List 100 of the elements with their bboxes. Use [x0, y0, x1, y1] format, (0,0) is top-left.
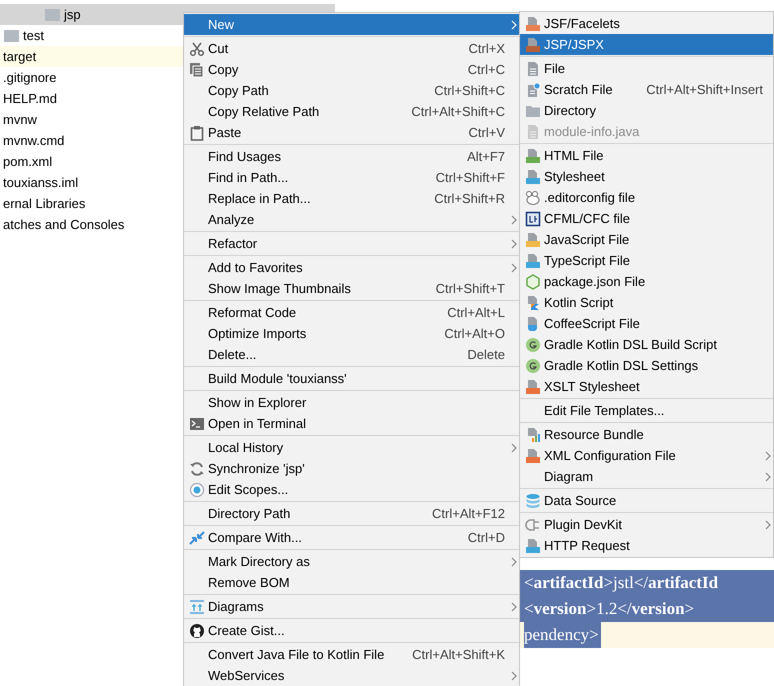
menu-item[interactable]: Local History — [184, 437, 519, 458]
menu-item[interactable]: Diagrams — [184, 596, 519, 617]
diagram-icon — [189, 599, 205, 615]
menu-item[interactable]: Data Source — [520, 490, 773, 511]
menu-item[interactable]: Diagram — [520, 466, 773, 487]
shortcut-text: Ctrl+V — [468, 125, 505, 140]
menu-item[interactable]: Cut Ctrl+X — [184, 38, 519, 59]
shortcut-text: Ctrl+Shift+C — [434, 83, 505, 98]
menu-item[interactable]: Synchronize 'jsp' — [184, 458, 519, 479]
bar-chart-file-icon — [525, 427, 541, 443]
file-type-icon — [525, 253, 541, 269]
shortcut-text: Ctrl+C — [468, 62, 505, 77]
menu-item[interactable]: Reformat Code Ctrl+Alt+L — [184, 302, 519, 323]
hexagon-icon — [525, 274, 541, 290]
scratch-file-icon — [525, 82, 541, 98]
menu-item[interactable]: JavaScript File — [520, 229, 773, 250]
menu-item[interactable]: Gradle Kotlin DSL Settings — [520, 355, 773, 376]
menu-item[interactable]: Stylesheet — [520, 166, 773, 187]
shortcut-text: Ctrl+Alt+O — [444, 326, 505, 341]
scissors-icon — [189, 41, 205, 57]
menu-item[interactable]: Delete... Delete — [184, 344, 519, 365]
shortcut-text: Ctrl+Alt+Shift+K — [412, 647, 505, 662]
menu-item[interactable]: Show in Explorer — [184, 392, 519, 413]
menu-item[interactable]: Kotlin Script — [520, 292, 773, 313]
menu-item[interactable]: Copy Relative Path Ctrl+Alt+Shift+C — [184, 101, 519, 122]
menu-item[interactable]: Show Image Thumbnails Ctrl+Shift+T — [184, 278, 519, 299]
clipboard-icon — [189, 125, 205, 141]
file-icon — [525, 61, 541, 77]
file-type-icon — [525, 232, 541, 248]
menu-item[interactable]: Analyze — [184, 209, 519, 230]
menu-item[interactable]: Find in Path... Ctrl+Shift+F — [184, 167, 519, 188]
menu-item[interactable]: Edit Scopes... — [184, 479, 519, 500]
file-type-icon — [525, 148, 541, 164]
menu-item[interactable]: Plugin DevKit — [520, 514, 773, 535]
menu-item[interactable]: Resource Bundle — [520, 424, 773, 445]
menu-item[interactable]: New — [184, 14, 519, 35]
menu-item[interactable]: Open in Terminal — [184, 413, 519, 434]
shortcut-text: Ctrl+Shift+R — [434, 191, 505, 206]
menu-item[interactable]: CFML/CFC file — [520, 208, 773, 229]
cfml-icon — [525, 211, 541, 227]
shortcut-text: Ctrl+Alt+Shift+Insert — [646, 82, 763, 97]
compare-arrows-icon — [189, 530, 205, 546]
menu-item[interactable]: JSF/Facelets — [520, 13, 773, 34]
database-icon — [525, 493, 541, 509]
shortcut-text: Ctrl+Alt+F12 — [432, 506, 505, 521]
menu-item[interactable]: XSLT Stylesheet — [520, 376, 773, 397]
shortcut-text: Ctrl+Alt+Shift+C — [411, 104, 505, 119]
menu-item[interactable]: Convert Java File to Kotlin File Ctrl+Alt+Shift+K — [184, 644, 519, 665]
menu-item[interactable]: XML Configuration File — [520, 445, 773, 466]
mouse-icon — [525, 190, 541, 206]
menu-item[interactable]: Directory Path Ctrl+Alt+F12 — [184, 503, 519, 524]
gradle-icon — [525, 337, 541, 353]
shortcut-text: Ctrl+D — [468, 530, 505, 545]
gradle-icon — [525, 358, 541, 374]
menu-item[interactable]: Find Usages Alt+F7 — [184, 146, 519, 167]
file-type-icon — [525, 169, 541, 185]
menu-item[interactable]: Gradle Kotlin DSL Build Script — [520, 334, 773, 355]
menu-item[interactable]: Scratch File Ctrl+Alt+Shift+Insert — [520, 79, 773, 100]
file-type-icon — [525, 538, 541, 554]
menu-item[interactable]: Optimize Imports Ctrl+Alt+O — [184, 323, 519, 344]
shortcut-text: Ctrl+Shift+F — [436, 170, 505, 185]
plug-icon — [525, 517, 541, 533]
sync-icon — [189, 461, 205, 477]
menu-item[interactable]: Create Gist... — [184, 620, 519, 641]
menu-item[interactable]: Build Module 'touxianss' — [184, 368, 519, 389]
menu-item[interactable]: package.json File — [520, 271, 773, 292]
menu-item[interactable]: Directory — [520, 100, 773, 121]
menu-item[interactable]: Paste Ctrl+V — [184, 122, 519, 143]
file-type-icon — [525, 448, 541, 464]
menu-item[interactable]: Edit File Templates... — [520, 400, 773, 421]
file-type-icon — [525, 379, 541, 395]
menu-item[interactable]: TypeScript File — [520, 250, 773, 271]
menu-item[interactable]: Mark Directory as — [184, 551, 519, 572]
shortcut-text: Ctrl+Shift+T — [436, 281, 505, 296]
menu-item[interactable]: CoffeeScript File — [520, 313, 773, 334]
shortcut-text: Ctrl+Alt+L — [447, 305, 505, 320]
file-type-icon — [525, 16, 541, 32]
github-icon — [189, 623, 205, 639]
menu-item[interactable]: HTTP Request — [520, 535, 773, 556]
target-icon — [189, 482, 205, 498]
kotlin-file-icon — [525, 295, 541, 311]
menu-item[interactable]: Add to Favorites — [184, 257, 519, 278]
menu-item[interactable]: .editorconfig file — [520, 187, 773, 208]
menu-item[interactable]: JSP/JSPX — [520, 34, 773, 55]
menu-item[interactable]: HTML File — [520, 145, 773, 166]
menu-item[interactable]: WebServices — [184, 665, 519, 686]
menu-item[interactable]: Compare With... Ctrl+D — [184, 527, 519, 548]
menu-item[interactable]: File — [520, 58, 773, 79]
shortcut-text: Ctrl+X — [468, 41, 505, 56]
copy-icon — [189, 62, 205, 78]
folder-icon — [4, 29, 20, 42]
shortcut-text: Delete — [467, 347, 505, 362]
menu-item[interactable]: Copy Path Ctrl+Shift+C — [184, 80, 519, 101]
folder-icon — [525, 103, 541, 119]
menu-item[interactable]: Replace in Path... Ctrl+Shift+R — [184, 188, 519, 209]
file-type-icon — [525, 37, 541, 53]
terminal-icon — [189, 416, 205, 432]
folder-icon — [45, 8, 61, 21]
file-icon — [525, 124, 541, 140]
menu-item[interactable]: Refactor — [184, 233, 519, 254]
